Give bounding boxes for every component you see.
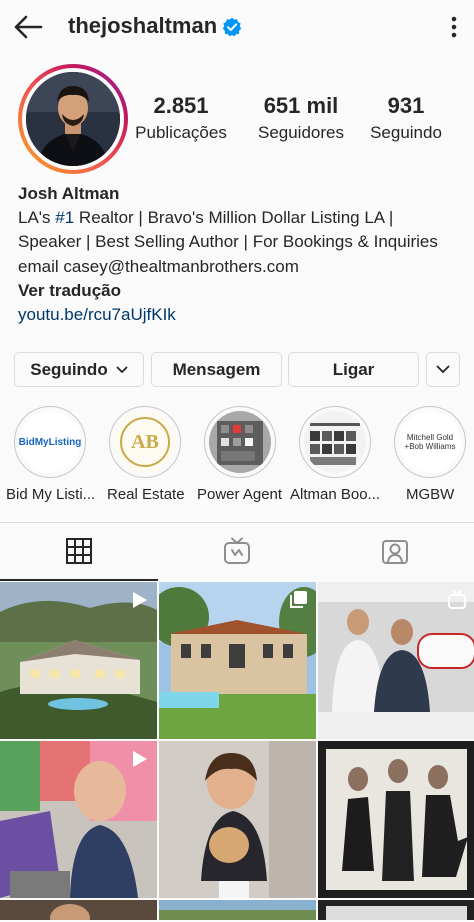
profile-tabs: [0, 522, 474, 581]
more-options-icon[interactable]: [444, 14, 464, 40]
ab-logo: AB: [131, 430, 159, 453]
highlight-label: Bid My Listi...: [6, 486, 96, 503]
highlight-cover: Mitchell Gold +Bob Williams: [399, 411, 461, 473]
chevron-down-icon: [436, 365, 450, 374]
stat-following[interactable]: 931 Seguindo: [351, 93, 461, 143]
stat-posts[interactable]: 2.851 Publicações: [126, 93, 236, 143]
avatar-story-ring[interactable]: [18, 64, 128, 174]
igtv-icon: [224, 537, 250, 564]
highlight-cover: [209, 411, 271, 473]
avatar: [26, 72, 120, 166]
highlight-label: Real Estate: [107, 486, 185, 503]
post-thumbnail[interactable]: [0, 582, 157, 739]
stat-following-label: Seguindo: [370, 123, 442, 142]
profile-bio: Josh Altman LA's #1 Realtor | Bravo's Mi…: [18, 182, 468, 327]
stat-followers[interactable]: 651 mil Seguidores: [246, 93, 356, 143]
tab-posts-grid[interactable]: [0, 523, 158, 579]
highlight-cover: [304, 411, 366, 473]
message-button[interactable]: Mensagem: [151, 352, 282, 387]
bio-text: LA's: [18, 208, 56, 228]
post-thumbnail[interactable]: [318, 900, 474, 920]
active-tab-indicator: [0, 579, 158, 581]
post-thumbnail[interactable]: [318, 741, 474, 898]
stat-followers-label: Seguidores: [257, 123, 344, 142]
highlight-label: Power Agent: [197, 486, 283, 503]
following-button[interactable]: Seguindo: [14, 352, 144, 387]
post-thumbnail[interactable]: [159, 900, 316, 920]
bio-website-link[interactable]: youtu.be/rcu7aUjfKIk: [18, 303, 468, 327]
highlight-label: Altman Boo...: [290, 486, 381, 503]
post-thumbnail[interactable]: [159, 741, 316, 898]
highlight-mgbw[interactable]: Mitchell Gold +Bob Williams: [392, 406, 468, 478]
call-button-label: Ligar: [332, 359, 375, 379]
multiple-photos-icon: [290, 591, 307, 608]
mgbw-logo-line1: Mitchell Gold: [406, 433, 454, 442]
bio-line: email casey@thealtmanbrothers.com: [18, 256, 299, 276]
highlight-label: MGBW: [406, 486, 455, 503]
bio-hashtag[interactable]: #1: [55, 208, 74, 227]
top-bar: thejoshaltman: [0, 0, 474, 54]
verified-badge-icon: [222, 17, 242, 37]
post-thumbnail[interactable]: [159, 582, 316, 739]
bio-line: LA's #1 Realtor | Bravo's Million Dollar…: [18, 206, 468, 230]
message-button-label: Mensagem: [172, 359, 261, 379]
post-thumbnail[interactable]: [0, 741, 157, 898]
suggested-accounts-button[interactable]: [426, 352, 460, 387]
highlight-power-agent[interactable]: [202, 406, 278, 478]
grid-icon: [66, 538, 92, 564]
call-button[interactable]: Ligar: [288, 352, 419, 387]
highlight-cover: AB: [114, 411, 176, 473]
highlight-altman-book[interactable]: [297, 406, 373, 478]
chevron-down-icon: [116, 366, 128, 373]
see-translation-link[interactable]: Ver tradução: [18, 279, 468, 303]
igtv-badge-icon: [448, 590, 466, 609]
highlight-bid-my-listing[interactable]: BidMyListing: [12, 406, 88, 478]
tagged-person-icon: [382, 540, 408, 564]
profile-username: thejoshaltman: [68, 13, 218, 38]
post-thumbnail[interactable]: [318, 582, 474, 739]
highlight-cover: BidMyListing: [19, 411, 81, 473]
video-play-icon: [133, 751, 147, 767]
tab-tagged[interactable]: [316, 523, 474, 579]
post-thumbnail[interactable]: [0, 900, 157, 920]
stat-posts-label: Publicações: [135, 123, 227, 142]
stat-posts-value: 2.851: [153, 93, 209, 118]
stat-following-value: 931: [387, 93, 425, 118]
back-arrow-icon[interactable]: [12, 12, 44, 42]
bio-text: Realtor | Bravo's Million Dollar Listing…: [74, 208, 394, 228]
tab-igtv[interactable]: [158, 523, 316, 579]
profile-display-name: Josh Altman: [18, 184, 120, 203]
following-button-label: Seguindo: [30, 359, 108, 379]
highlight-real-estate[interactable]: AB: [107, 406, 183, 478]
bidmylisting-logo: BidMyListing: [19, 436, 81, 448]
video-play-icon: [133, 592, 147, 608]
stat-followers-value: 651 mil: [263, 93, 339, 118]
mgbw-logo-line2: +Bob Williams: [404, 442, 456, 451]
bio-line: Speaker | Best Selling Author | For Book…: [18, 232, 438, 252]
